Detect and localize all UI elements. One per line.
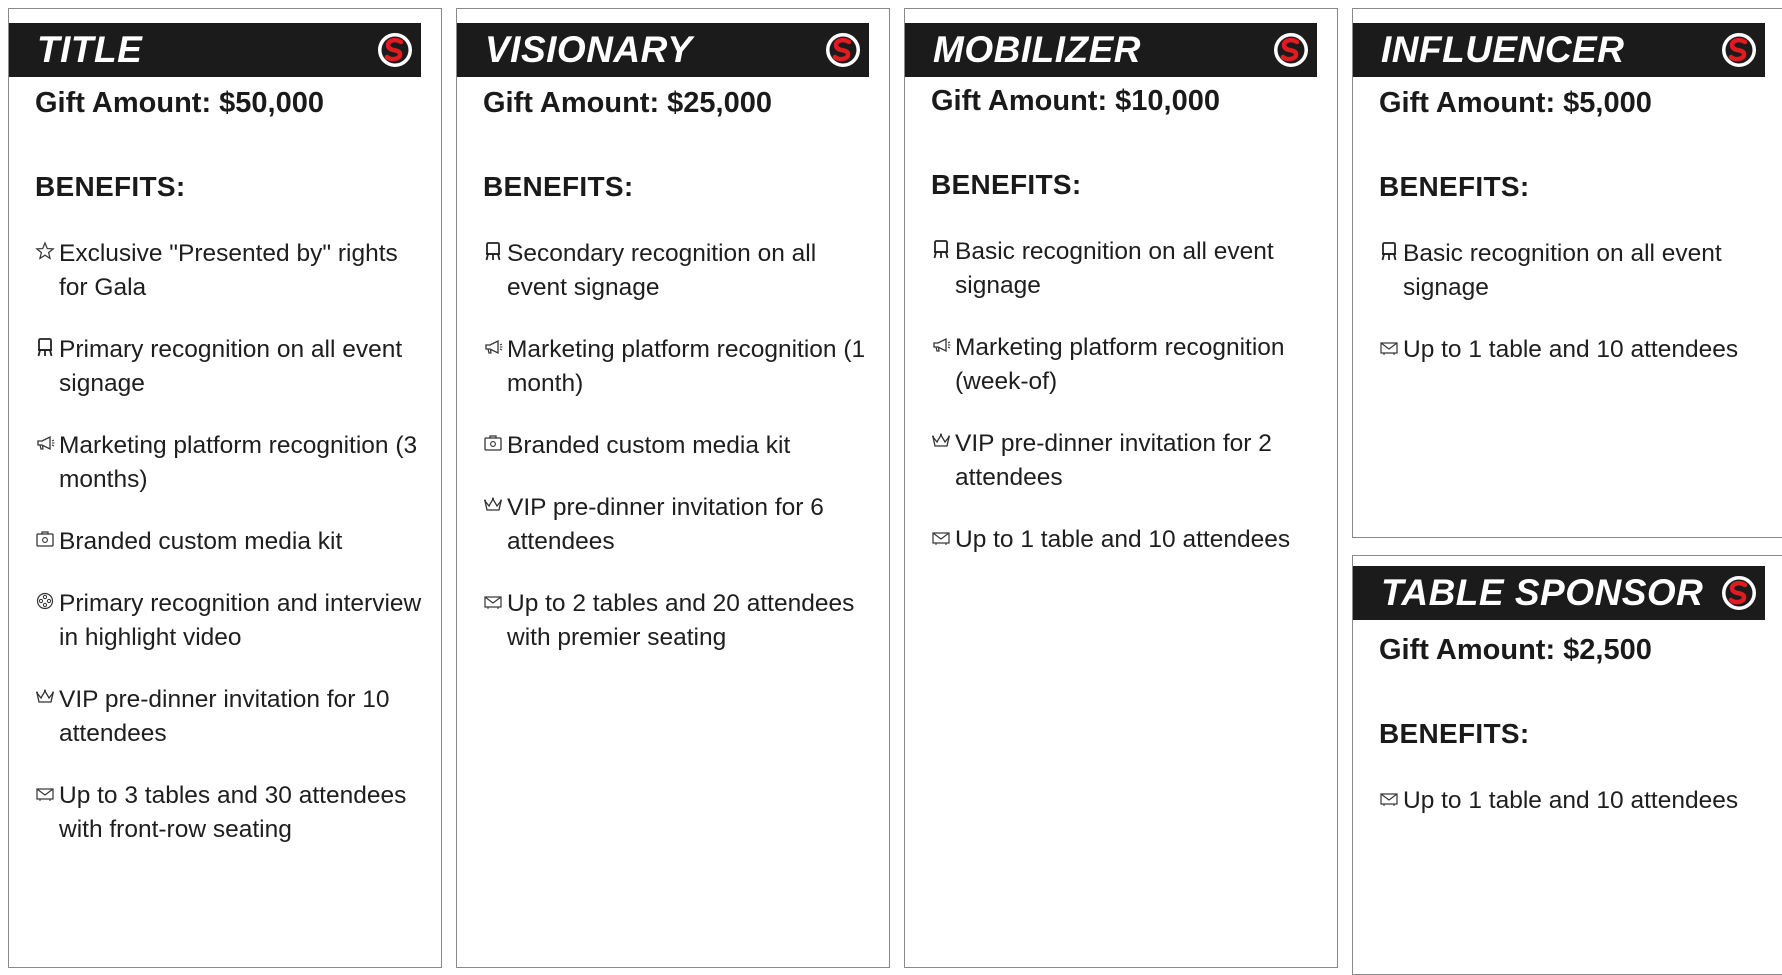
signage-icon bbox=[1381, 242, 1397, 261]
crown-icon bbox=[932, 433, 950, 447]
ticket-icon bbox=[1380, 342, 1398, 355]
benefit-item: Up to 3 tables and 30 attendees with fro… bbox=[35, 779, 431, 847]
sponsor-logo-icon bbox=[378, 33, 412, 67]
benefit-text: VIP pre-dinner invitation for 10 attende… bbox=[59, 686, 390, 747]
benefit-text: Up to 1 table and 10 attendees bbox=[955, 526, 1291, 553]
tier-header: VISIONARY bbox=[457, 23, 869, 77]
benefit-text: Up to 2 tables and 20 attendees with pre… bbox=[507, 590, 855, 651]
tier-name: TABLE SPONSOR bbox=[1381, 572, 1704, 613]
benefit-text: Branded custom media kit bbox=[507, 432, 791, 459]
ticket-icon bbox=[932, 532, 950, 545]
gift-amount: Gift Amount: $10,000 bbox=[931, 85, 1220, 117]
tier-card-influencer: INFLUENCER Gift Amount: $5,000 BENEFITS:… bbox=[1352, 8, 1782, 538]
media-kit-icon bbox=[484, 435, 502, 451]
benefits-heading: BENEFITS: bbox=[1379, 171, 1530, 202]
film-reel-icon bbox=[36, 592, 54, 610]
benefit-item: Up to 1 table and 10 attendees bbox=[1379, 333, 1775, 367]
benefit-text: Secondary recognition on all event signa… bbox=[507, 240, 817, 301]
benefit-item: Basic recognition on all event signage bbox=[1379, 237, 1775, 305]
tier-card-visionary: VISIONARY Gift Amount: $25,000 BENEFITS:… bbox=[456, 8, 890, 968]
benefit-item: Marketing platform recognition (week-of) bbox=[931, 331, 1327, 399]
benefits-heading: BENEFITS: bbox=[1379, 718, 1530, 749]
benefit-item: Branded custom media kit bbox=[35, 525, 431, 559]
benefits-list: Basic recognition on all event signage Ma… bbox=[931, 235, 1327, 585]
crown-icon bbox=[36, 689, 54, 703]
signage-icon bbox=[37, 338, 53, 357]
benefit-item: Up to 2 tables and 20 attendees with pre… bbox=[483, 587, 879, 655]
benefit-item: Up to 1 table and 10 attendees bbox=[1379, 784, 1775, 818]
benefits-list: Exclusive "Presented by" rights for Gala… bbox=[35, 237, 431, 875]
crown-icon bbox=[484, 497, 502, 511]
benefit-item: Up to 1 table and 10 attendees bbox=[931, 523, 1327, 557]
ticket-icon bbox=[484, 596, 502, 609]
benefit-text: Basic recognition on all event signage bbox=[955, 238, 1274, 299]
tier-header: MOBILIZER bbox=[905, 23, 1317, 77]
tier-name: TITLE bbox=[37, 29, 143, 70]
sponsor-logo-icon bbox=[1722, 33, 1756, 67]
benefit-text: Up to 1 table and 10 attendees bbox=[1403, 336, 1739, 363]
benefit-text: Marketing platform recognition (1 month) bbox=[507, 336, 866, 397]
benefits-heading: BENEFITS: bbox=[35, 171, 186, 202]
media-kit-icon bbox=[36, 531, 54, 547]
benefit-item: Marketing platform recognition (3 months… bbox=[35, 429, 431, 497]
benefit-text: Basic recognition on all event signage bbox=[1403, 240, 1722, 301]
benefit-text: VIP pre-dinner invitation for 2 attendee… bbox=[955, 430, 1272, 491]
sponsor-logo-icon bbox=[1274, 33, 1308, 67]
tier-name: MOBILIZER bbox=[933, 29, 1141, 70]
megaphone-icon bbox=[37, 435, 55, 451]
benefit-item: Exclusive "Presented by" rights for Gala bbox=[35, 237, 431, 305]
ticket-icon bbox=[36, 788, 54, 801]
tier-name: VISIONARY bbox=[485, 29, 693, 70]
signage-icon bbox=[485, 242, 501, 261]
tier-header: INFLUENCER bbox=[1353, 23, 1765, 77]
benefits-heading: BENEFITS: bbox=[483, 171, 634, 202]
benefit-text: Primary recognition and interview in hig… bbox=[59, 590, 422, 651]
gift-amount: Gift Amount: $50,000 bbox=[35, 87, 324, 119]
gift-amount: Gift Amount: $25,000 bbox=[483, 87, 772, 119]
benefits-heading: BENEFITS: bbox=[931, 169, 1082, 200]
benefit-text: VIP pre-dinner invitation for 6 attendee… bbox=[507, 494, 824, 555]
star-icon bbox=[35, 241, 55, 260]
tier-name: INFLUENCER bbox=[1381, 29, 1625, 70]
benefit-text: Exclusive "Presented by" rights for Gala bbox=[59, 240, 398, 301]
benefit-item: Branded custom media kit bbox=[483, 429, 879, 463]
benefit-text: Marketing platform recognition (week-of) bbox=[955, 334, 1285, 395]
benefit-item: VIP pre-dinner invitation for 2 attendee… bbox=[931, 427, 1327, 495]
ticket-icon bbox=[1380, 793, 1398, 806]
tier-header: TITLE bbox=[9, 23, 421, 77]
benefit-item: Primary recognition on all event signage bbox=[35, 333, 431, 401]
signage-icon bbox=[933, 240, 949, 259]
benefit-item: VIP pre-dinner invitation for 6 attendee… bbox=[483, 491, 879, 559]
benefit-item: Primary recognition and interview in hig… bbox=[35, 587, 431, 655]
benefits-list: Up to 1 table and 10 attendees bbox=[1379, 784, 1775, 846]
sponsor-logo-icon bbox=[1722, 576, 1756, 610]
benefit-text: Primary recognition on all event signage bbox=[59, 336, 403, 397]
gift-amount: Gift Amount: $5,000 bbox=[1379, 87, 1652, 119]
benefit-item: VIP pre-dinner invitation for 10 attende… bbox=[35, 683, 431, 751]
benefit-text: Marketing platform recognition (3 months… bbox=[59, 432, 418, 493]
tier-card-table-sponsor: TABLE SPONSOR Gift Amount: $2,500 BENEFI… bbox=[1352, 555, 1782, 975]
benefit-item: Basic recognition on all event signage bbox=[931, 235, 1327, 303]
sponsor-logo-icon bbox=[826, 33, 860, 67]
benefit-item: Secondary recognition on all event signa… bbox=[483, 237, 879, 305]
benefit-text: Up to 1 table and 10 attendees bbox=[1403, 787, 1739, 814]
benefit-text: Branded custom media kit bbox=[59, 528, 343, 555]
benefit-item: Marketing platform recognition (1 month) bbox=[483, 333, 879, 401]
megaphone-icon bbox=[933, 337, 951, 353]
gift-amount: Gift Amount: $2,500 bbox=[1379, 634, 1652, 666]
tier-card-title: TITLE Gift Amount: $50,000 BENEFITS: Exc… bbox=[8, 8, 442, 968]
benefit-text: Up to 3 tables and 30 attendees with fro… bbox=[59, 782, 407, 843]
tier-header: TABLE SPONSOR bbox=[1353, 566, 1765, 620]
benefits-list: Secondary recognition on all event signa… bbox=[483, 237, 879, 683]
tier-card-mobilizer: MOBILIZER Gift Amount: $10,000 BENEFITS:… bbox=[904, 8, 1338, 968]
benefits-list: Basic recognition on all event signage Up… bbox=[1379, 237, 1775, 395]
megaphone-icon bbox=[485, 339, 503, 355]
